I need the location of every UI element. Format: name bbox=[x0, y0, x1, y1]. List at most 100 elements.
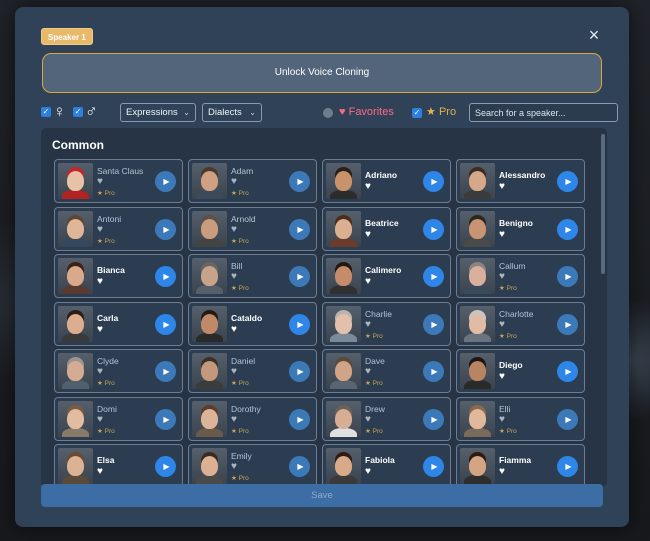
avatar-body bbox=[464, 475, 491, 484]
favorite-heart-icon[interactable]: ♥ bbox=[97, 324, 103, 335]
speaker-card[interactable]: Daniel ♥ ★ Pro ▶ bbox=[188, 349, 317, 393]
scrollbar[interactable] bbox=[601, 134, 605, 274]
close-icon[interactable]: × bbox=[586, 26, 602, 44]
favorite-heart-icon[interactable]: ♥ bbox=[499, 414, 505, 425]
play-icon[interactable]: ▶ bbox=[423, 361, 444, 382]
speaker-card[interactable]: Bill ♥ ★ Pro ▶ bbox=[188, 254, 317, 298]
speaker-card[interactable]: Benigno ♥ ▶ bbox=[456, 206, 585, 251]
play-icon[interactable]: ▶ bbox=[289, 456, 310, 477]
speaker-card[interactable]: Adam ♥ ★ Pro ▶ bbox=[188, 159, 317, 203]
favorite-heart-icon[interactable]: ♥ bbox=[231, 177, 237, 187]
speaker-card[interactable]: Calimero ♥ ▶ bbox=[322, 254, 451, 298]
play-icon[interactable]: ▶ bbox=[557, 361, 578, 382]
speaker-card[interactable]: Antoni ♥ ★ Pro ▶ bbox=[54, 206, 183, 251]
play-icon[interactable]: ▶ bbox=[289, 218, 310, 240]
favorite-heart-icon[interactable]: ♥ bbox=[499, 182, 505, 192]
favorite-heart-icon[interactable]: ♥ bbox=[231, 414, 237, 425]
favorite-heart-icon[interactable]: ♥ bbox=[365, 277, 371, 287]
speaker-card[interactable]: Beatrice ♥ ▶ bbox=[322, 206, 451, 251]
favorite-heart-icon[interactable]: ♥ bbox=[499, 467, 505, 477]
speaker-card[interactable]: Dave ♥ ★ Pro ▶ bbox=[322, 349, 451, 393]
favorite-heart-icon[interactable]: ♥ bbox=[365, 319, 371, 330]
pro-checkbox[interactable]: ✓ bbox=[412, 108, 422, 118]
speaker-card[interactable]: Charlie ♥ ★ Pro ▶ bbox=[322, 301, 451, 346]
dialects-dropdown[interactable]: Dialects ⌄ bbox=[202, 103, 262, 122]
favorite-heart-icon[interactable]: ♥ bbox=[97, 224, 103, 235]
speaker-name: Bill bbox=[231, 261, 243, 271]
play-icon[interactable]: ▶ bbox=[557, 408, 578, 430]
speaker-card[interactable]: Elsa ♥ ▶ bbox=[54, 444, 183, 487]
play-icon[interactable]: ▶ bbox=[289, 313, 310, 335]
play-icon[interactable]: ▶ bbox=[423, 313, 444, 335]
play-icon[interactable]: ▶ bbox=[557, 171, 578, 192]
play-icon[interactable]: ▶ bbox=[289, 361, 310, 382]
speaker-card[interactable]: Diego ♥ ▶ bbox=[456, 349, 585, 393]
play-icon[interactable]: ▶ bbox=[155, 218, 176, 240]
favorite-heart-icon[interactable]: ♥ bbox=[365, 467, 371, 477]
male-checkbox[interactable]: ✓ bbox=[73, 107, 83, 117]
speaker-card[interactable]: Elli ♥ ★ Pro ▶ bbox=[456, 396, 585, 441]
speaker-search-input[interactable] bbox=[469, 103, 618, 122]
play-icon[interactable]: ▶ bbox=[423, 456, 444, 477]
speaker-card[interactable]: Alessandro ♥ ▶ bbox=[456, 159, 585, 203]
favorite-heart-icon[interactable]: ♥ bbox=[231, 324, 237, 335]
speaker-card[interactable]: Carla ♥ ▶ bbox=[54, 301, 183, 346]
expressions-dropdown[interactable]: Expressions ⌄ bbox=[120, 103, 196, 122]
speaker-card[interactable]: Fabiola ♥ ▶ bbox=[322, 444, 451, 487]
play-icon[interactable]: ▶ bbox=[289, 266, 310, 287]
speaker-card[interactable]: Bianca ♥ ▶ bbox=[54, 254, 183, 298]
play-icon[interactable]: ▶ bbox=[557, 313, 578, 335]
speaker-card[interactable]: Drew ♥ ★ Pro ▶ bbox=[322, 396, 451, 441]
favorite-heart-icon[interactable]: ♥ bbox=[365, 182, 371, 192]
speaker-card[interactable]: Callum ♥ ★ Pro ▶ bbox=[456, 254, 585, 298]
favorite-heart-icon[interactable]: ♥ bbox=[231, 367, 237, 377]
play-icon[interactable]: ▶ bbox=[423, 266, 444, 287]
favorite-heart-icon[interactable]: ♥ bbox=[231, 224, 237, 235]
speaker-card[interactable]: Cataldo ♥ ▶ bbox=[188, 301, 317, 346]
speaker-card[interactable]: Domi ♥ ★ Pro ▶ bbox=[54, 396, 183, 441]
pro-filter[interactable]: ★ Pro bbox=[426, 103, 456, 121]
favorites-toggle[interactable] bbox=[323, 108, 333, 118]
play-icon[interactable]: ▶ bbox=[289, 171, 310, 192]
favorite-heart-icon[interactable]: ♥ bbox=[499, 272, 505, 282]
speaker-card[interactable]: Santa Claus ♥ ★ Pro ▶ bbox=[54, 159, 183, 203]
favorite-heart-icon[interactable]: ♥ bbox=[97, 467, 103, 477]
favorites-filter[interactable]: ♥ Favorites bbox=[339, 103, 394, 121]
play-icon[interactable]: ▶ bbox=[557, 456, 578, 477]
female-checkbox[interactable]: ✓ bbox=[41, 107, 51, 117]
play-icon[interactable]: ▶ bbox=[423, 218, 444, 240]
favorite-heart-icon[interactable]: ♥ bbox=[97, 177, 103, 187]
play-icon[interactable]: ▶ bbox=[155, 313, 176, 335]
favorite-heart-icon[interactable]: ♥ bbox=[97, 277, 103, 287]
favorite-heart-icon[interactable]: ♥ bbox=[365, 229, 371, 240]
speaker-card[interactable]: Fiamma ♥ ▶ bbox=[456, 444, 585, 487]
favorite-heart-icon[interactable]: ♥ bbox=[499, 229, 505, 240]
play-icon[interactable]: ▶ bbox=[155, 456, 176, 477]
favorite-heart-icon[interactable]: ♥ bbox=[365, 414, 371, 425]
speaker-card[interactable]: Dorothy ♥ ★ Pro ▶ bbox=[188, 396, 317, 441]
play-icon[interactable]: ▶ bbox=[155, 171, 176, 192]
play-icon[interactable]: ▶ bbox=[557, 218, 578, 240]
play-icon[interactable]: ▶ bbox=[289, 408, 310, 430]
speaker-list-panel[interactable]: Common Santa Claus ♥ ★ Pro ▶ Adam ♥ ★ Pro ▶ Adri… bbox=[41, 128, 607, 487]
play-icon[interactable]: ▶ bbox=[557, 266, 578, 287]
favorite-heart-icon[interactable]: ♥ bbox=[231, 462, 237, 472]
play-icon[interactable]: ▶ bbox=[423, 408, 444, 430]
speaker-card[interactable]: Charlotte ♥ ★ Pro ▶ bbox=[456, 301, 585, 346]
favorite-heart-icon[interactable]: ♥ bbox=[97, 414, 103, 425]
favorite-heart-icon[interactable]: ♥ bbox=[499, 319, 505, 330]
play-icon[interactable]: ▶ bbox=[423, 171, 444, 192]
save-button[interactable]: Save bbox=[41, 484, 603, 507]
favorite-heart-icon[interactable]: ♥ bbox=[365, 367, 371, 377]
favorite-heart-icon[interactable]: ♥ bbox=[97, 367, 103, 377]
speaker-card[interactable]: Clyde ♥ ★ Pro ▶ bbox=[54, 349, 183, 393]
speaker-card[interactable]: Emily ♥ ★ Pro ▶ bbox=[188, 444, 317, 487]
play-icon[interactable]: ▶ bbox=[155, 408, 176, 430]
unlock-voice-cloning-button[interactable]: Unlock Voice Cloning bbox=[42, 53, 602, 93]
favorite-heart-icon[interactable]: ♥ bbox=[499, 372, 505, 382]
favorite-heart-icon[interactable]: ♥ bbox=[231, 272, 237, 282]
play-icon[interactable]: ▶ bbox=[155, 361, 176, 382]
play-icon[interactable]: ▶ bbox=[155, 266, 176, 287]
speaker-card[interactable]: Arnold ♥ ★ Pro ▶ bbox=[188, 206, 317, 251]
speaker-card[interactable]: Adriano ♥ ▶ bbox=[322, 159, 451, 203]
